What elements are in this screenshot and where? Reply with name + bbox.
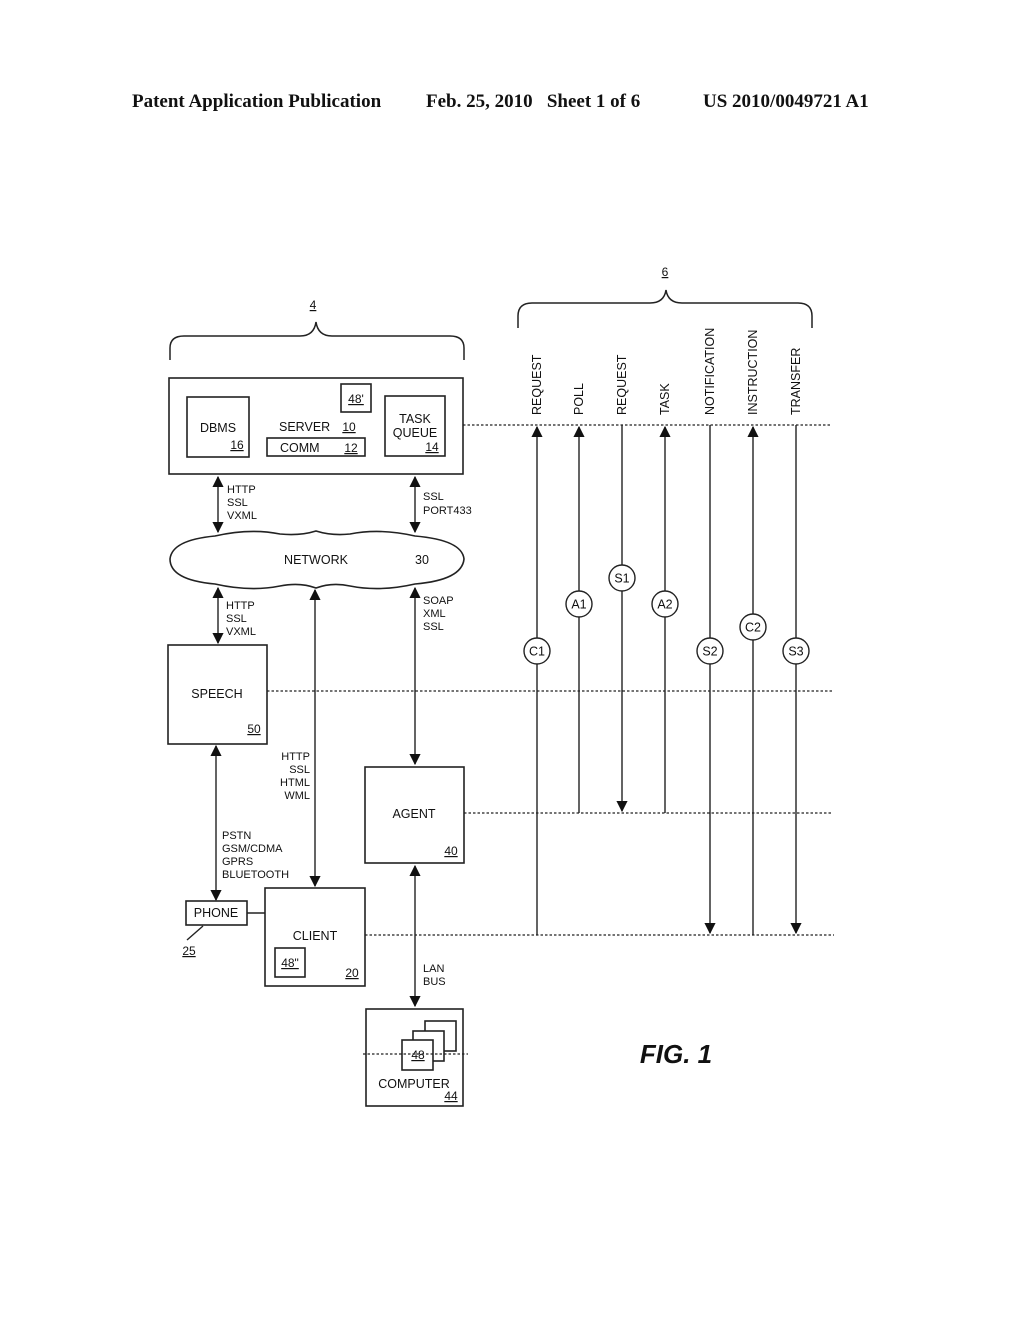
proto-sn-right-0: SSL [423,491,444,503]
message-column-label-6: TRANSFER [789,348,803,415]
comm-ref: 12 [344,441,358,455]
message-column-label-2: REQUEST [615,354,629,415]
task-queue-label-1: TASK [399,412,431,426]
right-brace [517,289,813,328]
message-marker-s3: S3 [788,645,803,659]
proto-ns-1: SSL [226,613,247,625]
phone-label: PHONE [194,906,238,920]
brace-ref-6: 6 [662,265,669,279]
message-marker-s1: S1 [614,572,629,586]
proto-sn-left-0: HTTP [227,484,256,496]
message-column-label-4: NOTIFICATION [703,328,717,415]
computer-label: COMPUTER [378,1077,450,1091]
date-sheet: Feb. 25, 2010 Sheet 1 of 6 [426,91,640,112]
proto-sn-left-2: VXML [227,510,257,522]
agent-label: AGENT [392,807,435,821]
proto-nc-1: SSL [289,764,310,776]
dbms-label: DBMS [200,421,236,435]
proto-sp-1: GSM/CDMA [222,843,283,855]
publication-title: Patent Application Publication [132,91,382,112]
proto-ns-0: HTTP [226,600,255,612]
message-marker-s2: S2 [702,645,717,659]
server-module-ref: 48' [348,392,364,406]
task-queue-ref: 14 [425,440,439,454]
brace-ref-4: 4 [310,298,317,312]
message-column-label-0: REQUEST [530,354,544,415]
comm-label: COMM [280,441,320,455]
message-column-label-5: INSTRUCTION [746,330,760,415]
server-box: DBMS 16 48' SERVER 10 COMM 12 TASK QUEUE… [168,377,464,475]
figure-label: FIG. 1 [640,1039,712,1069]
proto-na-2: SSL [423,621,444,633]
proto-na-1: XML [423,608,446,620]
agent-ref: 40 [444,844,458,858]
network-label: NETWORK [284,553,349,567]
message-column-label-1: POLL [572,383,586,415]
patent-figure: Patent Application Publication Feb. 25, … [132,91,869,1107]
proto-ns-2: VXML [226,626,256,638]
proto-na-0: SOAP [423,595,454,607]
left-brace [169,321,465,360]
phone-ref-leader [186,925,204,941]
dbms-ref: 16 [230,438,244,452]
proto-ac-0: LAN [423,963,444,975]
proto-nc-2: HTML [280,777,310,789]
message-marker-a2: A2 [657,598,672,612]
client-module-ref: 48" [281,956,299,970]
speech-label: SPEECH [191,687,242,701]
server-ref: 10 [342,420,356,434]
task-queue-label-2: QUEUE [393,426,437,440]
proto-nc-3: WML [284,790,310,802]
network-ref: 30 [415,553,429,567]
proto-sp-3: BLUETOOTH [222,869,289,881]
proto-nc-0: HTTP [281,751,310,763]
message-marker-a1: A1 [571,598,586,612]
computer-ref: 44 [444,1089,458,1103]
speech-ref: 50 [247,722,261,736]
phone-ref: 25 [182,944,196,958]
proto-sn-right-1: PORT433 [423,505,472,517]
message-marker-c1: C1 [529,645,545,659]
publication-number: US 2010/0049721 A1 [703,91,869,112]
proto-sp-2: GPRS [222,856,253,868]
message-columns: C1 REQUEST A1 POLL S1 REQUEST A2 TASK S2 NOTIFICA… [523,328,810,935]
client-ref: 20 [345,966,359,980]
proto-sp-0: PSTN [222,830,251,842]
server-label: SERVER [279,420,330,434]
client-label: CLIENT [293,929,338,943]
computer-module-ref: 48 [411,1048,425,1062]
message-marker-c2: C2 [745,621,761,635]
message-column-label-3: TASK [658,383,672,415]
proto-sn-left-1: SSL [227,497,248,509]
proto-ac-1: BUS [423,976,446,988]
